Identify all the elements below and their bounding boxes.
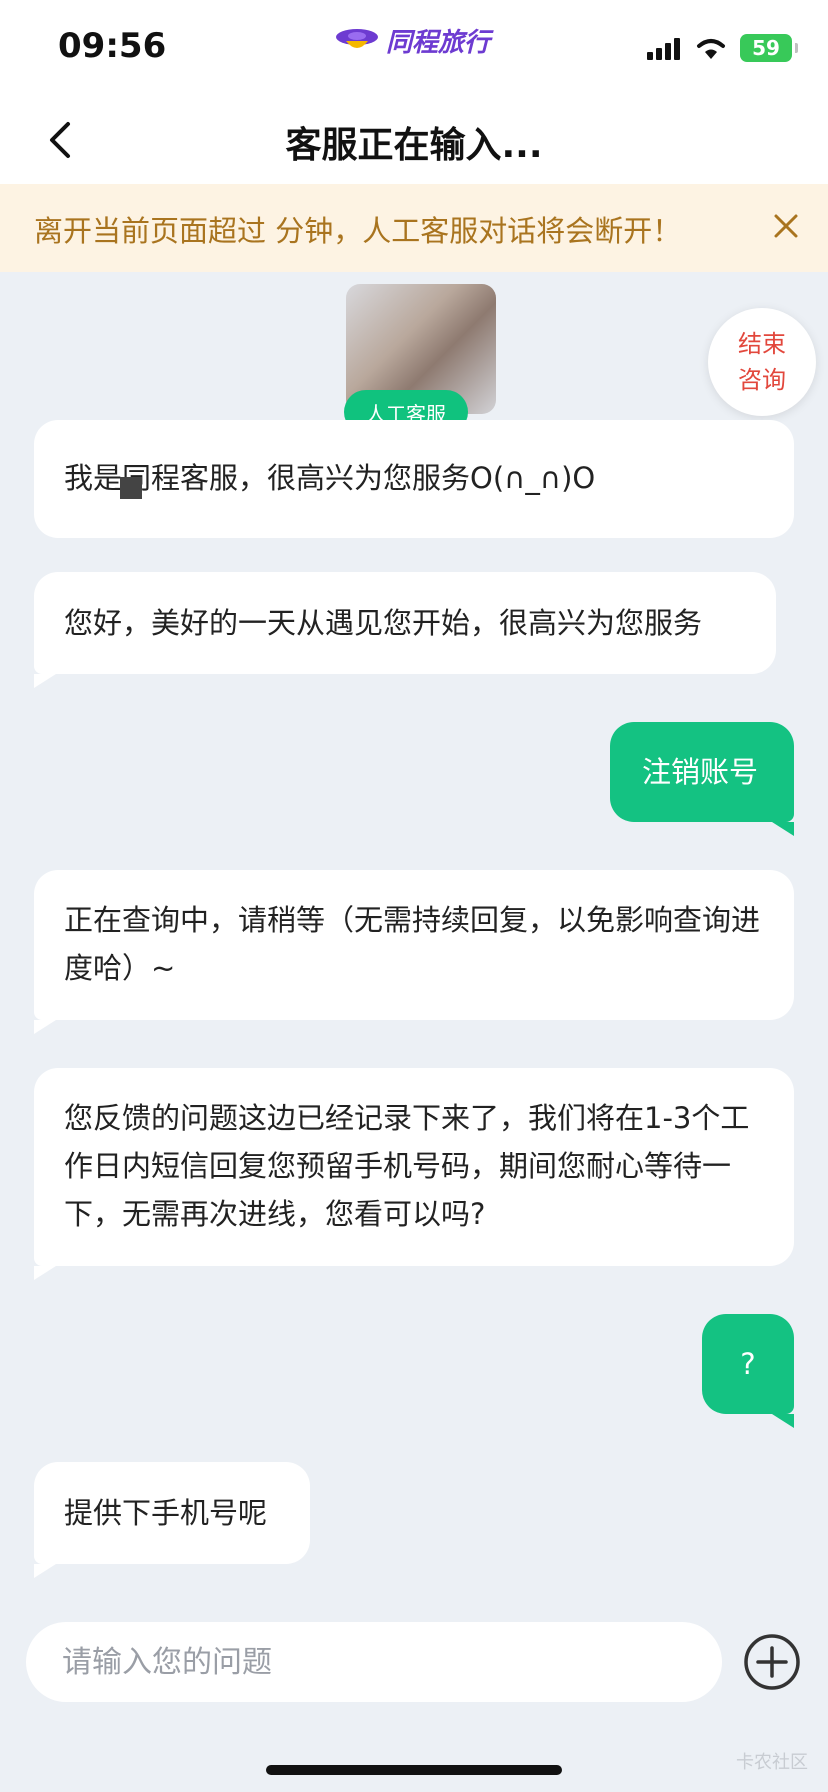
message-input[interactable] bbox=[26, 1622, 722, 1702]
plus-circle-icon bbox=[744, 1634, 800, 1690]
bubble-tail bbox=[34, 674, 56, 688]
message-text: ? bbox=[740, 1347, 756, 1381]
message-text: 我是同程客服，很高兴为您服务O(∩_∩)O bbox=[64, 461, 596, 495]
brand-logo-icon bbox=[336, 29, 378, 48]
message-text: 提供下手机号呢 bbox=[64, 1496, 268, 1530]
app-logo-text: 同程旅行 bbox=[386, 27, 491, 58]
message-bubble-agent: 您好，美好的一天从遇见您开始，很高兴为您服务 bbox=[34, 572, 776, 674]
end-consultation-line2: 咨询 bbox=[738, 366, 786, 394]
message-bubble-agent: 正在查询中，请稍等（无需持续回复，以免影响查询进度哈）~ bbox=[34, 870, 794, 1020]
notice-close-button[interactable] bbox=[764, 204, 808, 248]
status-bar: 09:56 同程旅行 59 bbox=[0, 0, 828, 96]
page-title: 客服正在输入... bbox=[285, 125, 543, 166]
message-text: 您好，美好的一天从遇见您开始，很高兴为您服务 bbox=[64, 606, 703, 640]
end-consultation-button[interactable]: 结束 咨询 bbox=[708, 308, 816, 416]
redaction-mask bbox=[120, 477, 142, 499]
message-text: 正在查询中，请稍等（无需持续回复，以免影响查询进度哈）~ bbox=[64, 903, 761, 985]
home-indicator bbox=[266, 1765, 562, 1775]
bubble-tail bbox=[772, 1414, 794, 1428]
message-bubble-user: 注销账号 bbox=[610, 722, 794, 822]
message-text: 您反馈的问题这边已经记录下来了，我们将在1-3个工作日内短信回复您预留手机号码，… bbox=[64, 1101, 750, 1231]
bubble-tail bbox=[34, 1020, 56, 1034]
bubble-tail bbox=[772, 822, 794, 836]
notice-text: 离开当前页面超过 分钟，人工客服对话将会断开！ bbox=[34, 214, 682, 248]
message-bubble-agent: 提供下手机号呢 bbox=[34, 1462, 310, 1564]
end-consultation-line1: 结束 bbox=[738, 330, 786, 358]
nav-bar: 客服正在输入... bbox=[0, 96, 828, 184]
app-logo: 同程旅行 bbox=[334, 20, 490, 60]
wifi-icon bbox=[697, 39, 725, 59]
message-bubble-user: ? bbox=[702, 1314, 794, 1414]
message-bubble-agent: 我是同程客服，很高兴为您服务O(∩_∩)O bbox=[34, 420, 794, 538]
message-bubble-agent: 您反馈的问题这边已经记录下来了，我们将在1-3个工作日内短信回复您预留手机号码，… bbox=[34, 1068, 794, 1266]
status-icons: 59 bbox=[647, 34, 798, 62]
bubble-tail bbox=[34, 1564, 56, 1578]
close-icon bbox=[774, 214, 798, 238]
bubble-tail bbox=[34, 1266, 56, 1280]
cellular-signal-icon bbox=[647, 36, 680, 60]
disconnect-notice-banner: 离开当前页面超过 分钟，人工客服对话将会断开！ bbox=[0, 184, 828, 272]
watermark: 卡农社区 bbox=[736, 1752, 808, 1773]
status-time: 09:56 bbox=[58, 26, 167, 66]
add-attachment-button[interactable] bbox=[742, 1632, 802, 1692]
battery-icon: 59 bbox=[740, 34, 798, 62]
message-text: 注销账号 bbox=[642, 755, 759, 789]
